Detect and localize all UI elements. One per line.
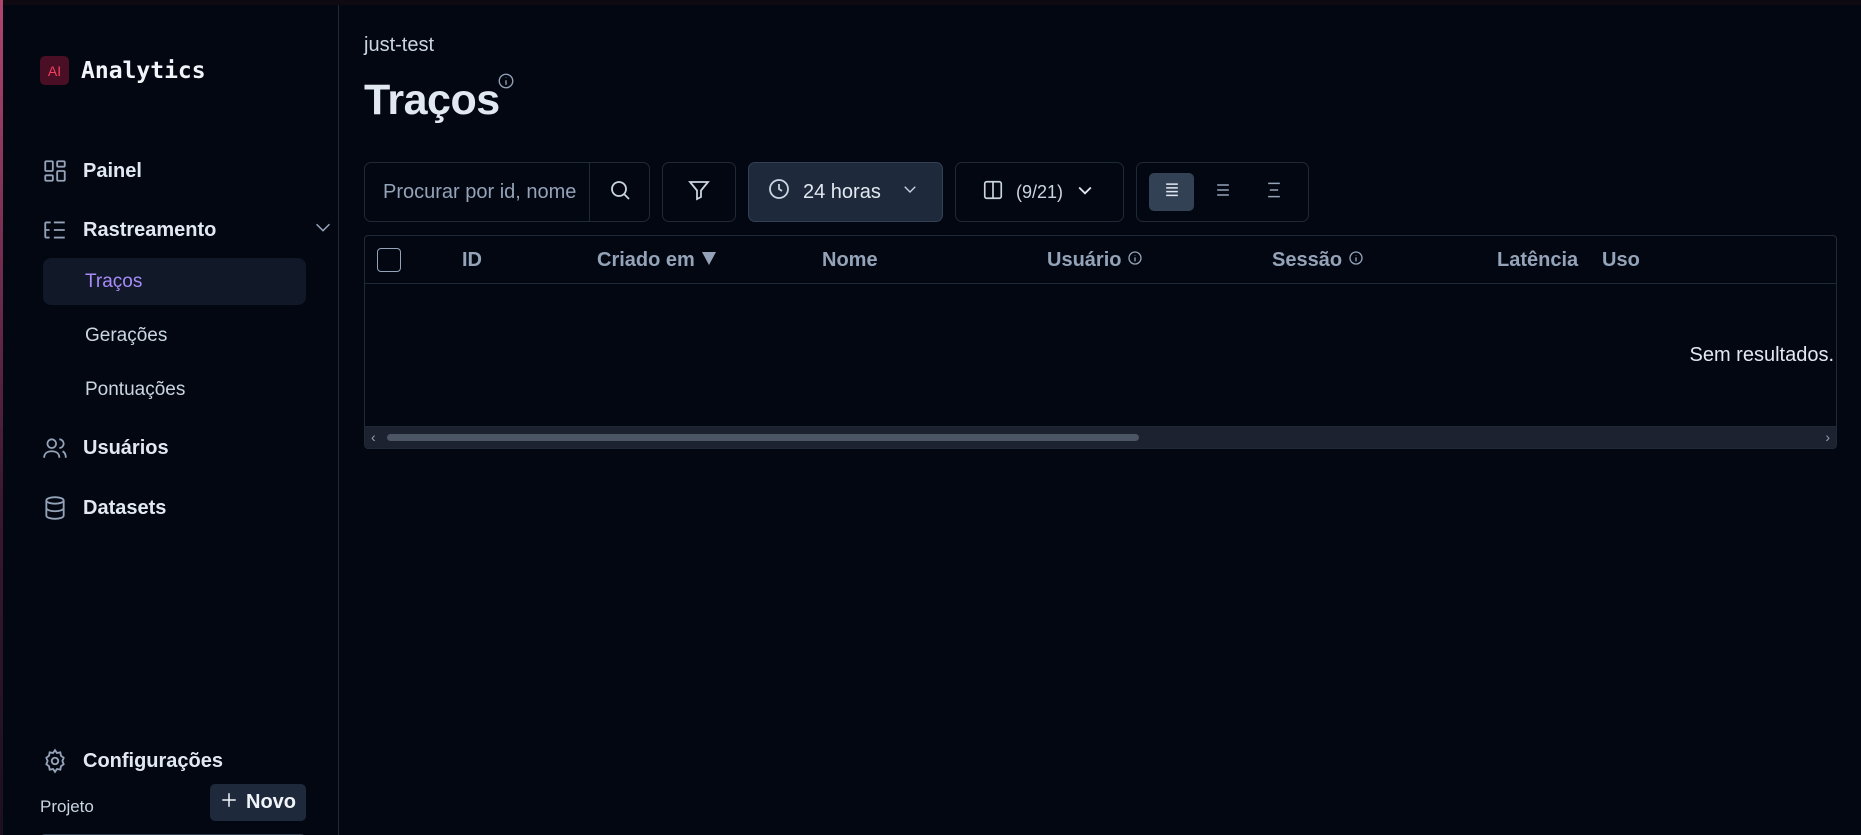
row-density-toggle xyxy=(1136,162,1309,222)
project-label: Projeto xyxy=(40,797,94,816)
plus-icon xyxy=(220,791,238,815)
sort-desc-icon xyxy=(701,249,717,272)
column-header-label: Criado em xyxy=(597,248,695,271)
table-header: ID Criado em Nome Usuário Sessão Latênci… xyxy=(365,236,1836,284)
empty-state-text: Sem resultados. xyxy=(1689,344,1834,366)
info-icon[interactable] xyxy=(497,72,515,95)
column-header-created[interactable]: Criado em xyxy=(597,236,717,284)
tracing-icon xyxy=(40,216,69,245)
scroll-right-icon[interactable]: › xyxy=(1825,429,1830,445)
traces-table: ID Criado em Nome Usuário Sessão Latênci… xyxy=(364,235,1837,449)
column-header-name[interactable]: Nome xyxy=(822,236,878,284)
database-icon xyxy=(40,494,69,523)
column-header-user[interactable]: Usuário xyxy=(1047,236,1143,284)
sidebar-item-usuarios[interactable]: Usuários xyxy=(40,428,169,468)
columns-count: (9/21) xyxy=(1016,181,1064,202)
sidebar-item-label: Rastreamento xyxy=(83,218,217,241)
search-icon xyxy=(608,178,632,207)
users-icon xyxy=(40,434,69,463)
sidebar-subitem-pontuacoes[interactable]: Pontuações xyxy=(43,366,306,413)
select-all-checkbox[interactable] xyxy=(377,248,401,272)
columns-button[interactable]: (9/21) xyxy=(955,162,1124,222)
density-comfortable-button[interactable] xyxy=(1251,173,1296,211)
time-range-label: 24 horas xyxy=(803,180,881,203)
sidebar-item-painel[interactable]: Painel xyxy=(40,151,142,191)
density-normal-button[interactable] xyxy=(1200,173,1245,211)
sidebar-item-datasets[interactable]: Datasets xyxy=(40,488,166,528)
page-title: Traços xyxy=(364,76,500,124)
breadcrumb[interactable]: just-test xyxy=(364,34,434,57)
sidebar-subitem-geracoes[interactable]: Gerações xyxy=(43,312,306,359)
brand-name: Analytics xyxy=(81,57,206,84)
sidebar-item-label: Datasets xyxy=(83,496,167,519)
scrollbar-thumb[interactable] xyxy=(387,434,1139,441)
columns-icon xyxy=(982,179,1004,206)
column-header-label: Usuário xyxy=(1047,248,1122,271)
sidebar-item-label: Usuários xyxy=(83,436,169,459)
sidebar: AI Analytics Painel Rastreamento Traços … xyxy=(3,5,339,835)
gear-icon xyxy=(40,747,69,776)
sidebar-item-label: Painel xyxy=(83,159,142,182)
horizontal-scrollbar[interactable]: ‹ › xyxy=(365,426,1836,448)
search-input[interactable] xyxy=(365,163,589,221)
search-button[interactable] xyxy=(589,163,649,221)
info-icon[interactable] xyxy=(1127,249,1143,272)
brand[interactable]: AI Analytics xyxy=(40,56,206,85)
density-normal-icon xyxy=(1213,180,1233,205)
select-all-checkbox-cell xyxy=(377,236,401,284)
filter-button[interactable] xyxy=(662,162,736,222)
new-project-button[interactable]: Novo xyxy=(210,784,306,821)
time-range-select[interactable]: 24 horas xyxy=(748,162,943,222)
chevron-down-icon xyxy=(901,180,919,204)
dashboard-icon xyxy=(40,157,69,186)
chevron-down-icon[interactable] xyxy=(312,216,334,244)
chevron-down-icon xyxy=(1075,180,1095,205)
filter-icon xyxy=(687,178,711,207)
clock-icon xyxy=(767,177,791,207)
density-compact-icon xyxy=(1162,180,1182,205)
density-comfortable-icon xyxy=(1264,180,1284,205)
search-group xyxy=(364,162,650,222)
sidebar-subitem-tracos[interactable]: Traços xyxy=(43,258,306,305)
column-header-id[interactable]: ID xyxy=(462,236,482,284)
sidebar-item-label: Configurações xyxy=(83,749,224,772)
sidebar-item-rastreamento[interactable]: Rastreamento xyxy=(40,210,330,250)
new-button-label: Novo xyxy=(246,791,296,813)
column-header-session[interactable]: Sessão xyxy=(1272,236,1364,284)
brand-logo: AI xyxy=(40,56,69,85)
column-header-usage[interactable]: Uso xyxy=(1602,236,1640,284)
column-header-label: Sessão xyxy=(1272,248,1343,271)
column-header-latency[interactable]: Latência xyxy=(1497,236,1578,284)
info-icon[interactable] xyxy=(1348,249,1364,272)
sidebar-item-configuracoes[interactable]: Configurações xyxy=(40,741,223,781)
density-compact-button[interactable] xyxy=(1149,173,1194,211)
scroll-left-icon[interactable]: ‹ xyxy=(371,429,376,445)
